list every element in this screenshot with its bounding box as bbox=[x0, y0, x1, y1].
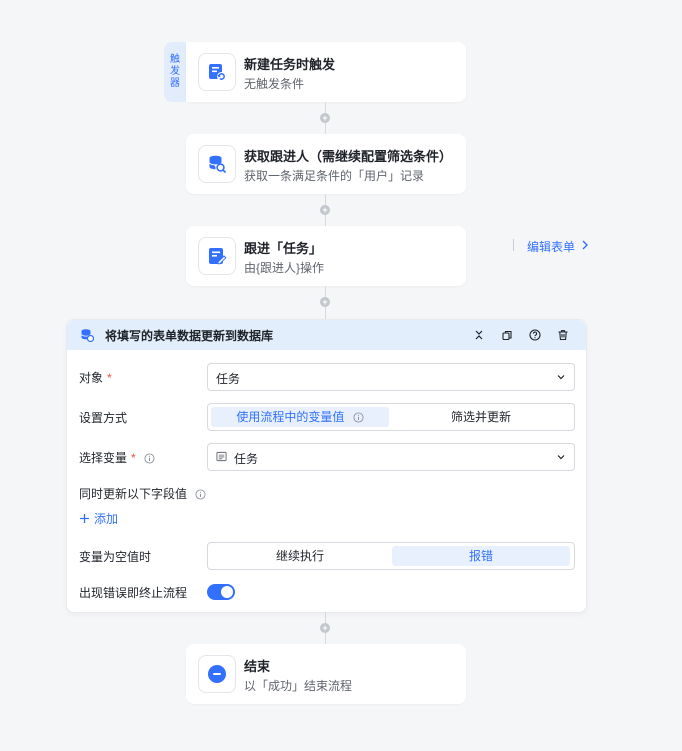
end-icon bbox=[198, 655, 236, 693]
stop-on-error-label: 出现错误即终止流程 bbox=[79, 586, 188, 600]
required-mark: * bbox=[107, 371, 112, 385]
node-title: 获取跟进人（需继续配置筛选条件） bbox=[244, 149, 453, 164]
node-title: 结束 bbox=[244, 659, 271, 674]
panel-title: 将填写的表单数据更新到数据库 bbox=[105, 329, 274, 343]
plus-icon bbox=[80, 514, 89, 523]
database-search-icon bbox=[198, 145, 236, 183]
set-mode-option-label: 使用流程中的变量值 bbox=[236, 410, 345, 424]
info-icon[interactable] bbox=[195, 489, 206, 500]
table-icon bbox=[216, 451, 227, 462]
set-mode-option-variable[interactable]: 使用流程中的变量值 bbox=[211, 407, 389, 427]
update-database-panel: 将填写的表单数据更新到数据库 对象 * 任务 设置方式 使用流程中的变量值 筛选并… bbox=[66, 319, 587, 613]
object-label: 对象 * bbox=[79, 369, 112, 386]
node-subtitle: 由{跟进人}操作 bbox=[244, 261, 325, 275]
trigger-tab-char: 器 bbox=[170, 78, 180, 89]
empty-var-option-error[interactable]: 报错 bbox=[392, 546, 570, 566]
help-icon[interactable] bbox=[528, 328, 542, 342]
update-fields-label: 同时更新以下字段值 bbox=[79, 485, 206, 502]
copy-icon[interactable] bbox=[500, 328, 514, 342]
toggle-knob bbox=[221, 586, 233, 598]
add-step-button[interactable]: + bbox=[320, 205, 330, 215]
trigger-tab-char: 触 bbox=[170, 54, 180, 65]
add-step-button[interactable]: + bbox=[320, 113, 330, 123]
node-subtitle: 以「成功」结束流程 bbox=[244, 679, 353, 693]
add-step-button[interactable]: + bbox=[320, 297, 330, 307]
variable-select-value: 任务 bbox=[234, 452, 259, 466]
panel-header: 将填写的表单数据更新到数据库 bbox=[67, 320, 586, 350]
empty-variable-segmented: 继续执行 报错 bbox=[207, 542, 575, 570]
set-mode-segmented: 使用流程中的变量值 筛选并更新 bbox=[207, 403, 575, 431]
trigger-tab-char: 发 bbox=[170, 66, 180, 77]
task-trigger-icon bbox=[198, 53, 236, 91]
trigger-tab: 触 发 器 bbox=[164, 42, 186, 102]
divider bbox=[513, 239, 514, 251]
delete-icon[interactable] bbox=[556, 328, 570, 342]
update-fields-label-text: 同时更新以下字段值 bbox=[79, 487, 188, 501]
chevron-down-icon bbox=[557, 455, 565, 460]
collapse-icon[interactable] bbox=[472, 328, 486, 342]
set-mode-option-filter[interactable]: 筛选并更新 bbox=[392, 407, 570, 427]
object-label-text: 对象 bbox=[79, 371, 104, 385]
empty-var-option-continue[interactable]: 继续执行 bbox=[211, 546, 389, 566]
add-step-button[interactable]: + bbox=[320, 623, 330, 633]
node-subtitle: 获取一条满足条件的「用户」记录 bbox=[244, 169, 425, 183]
set-mode-label: 设置方式 bbox=[79, 411, 128, 425]
chevron-right-icon[interactable] bbox=[580, 239, 590, 251]
add-field-button[interactable]: 添加 bbox=[79, 510, 118, 527]
variable-label-text: 选择变量 bbox=[79, 451, 128, 465]
node-title: 新建任务时触发 bbox=[244, 57, 336, 72]
empty-variable-label: 变量为空值时 bbox=[79, 550, 152, 564]
object-select[interactable]: 任务 bbox=[207, 363, 575, 391]
stop-on-error-toggle[interactable] bbox=[207, 584, 235, 600]
follow-task-node[interactable]: 跟进「任务」 编辑表单 由{跟进人}操作 bbox=[186, 226, 588, 286]
variable-label: 选择变量 * bbox=[79, 449, 155, 466]
info-icon[interactable] bbox=[353, 412, 364, 423]
object-select-value: 任务 bbox=[216, 372, 241, 386]
node-subtitle: 无触发条件 bbox=[244, 77, 305, 91]
node-title: 跟进「任务」 bbox=[244, 241, 323, 256]
required-mark: * bbox=[131, 451, 136, 465]
variable-select[interactable]: 任务 bbox=[207, 443, 575, 471]
info-icon[interactable] bbox=[144, 453, 155, 464]
get-follower-node[interactable]: 获取跟进人（需继续配置筛选条件） 获取一条满足条件的「用户」记录 bbox=[186, 134, 466, 194]
trigger-node[interactable]: 新建任务时触发 无触发条件 bbox=[186, 42, 466, 102]
database-update-icon bbox=[81, 329, 94, 342]
chevron-down-icon bbox=[557, 375, 565, 380]
edit-form-link[interactable]: 编辑表单 bbox=[527, 238, 575, 255]
add-field-label: 添加 bbox=[94, 512, 119, 526]
form-edit-icon bbox=[198, 237, 236, 275]
end-node[interactable]: 结束 以「成功」结束流程 bbox=[186, 644, 466, 704]
